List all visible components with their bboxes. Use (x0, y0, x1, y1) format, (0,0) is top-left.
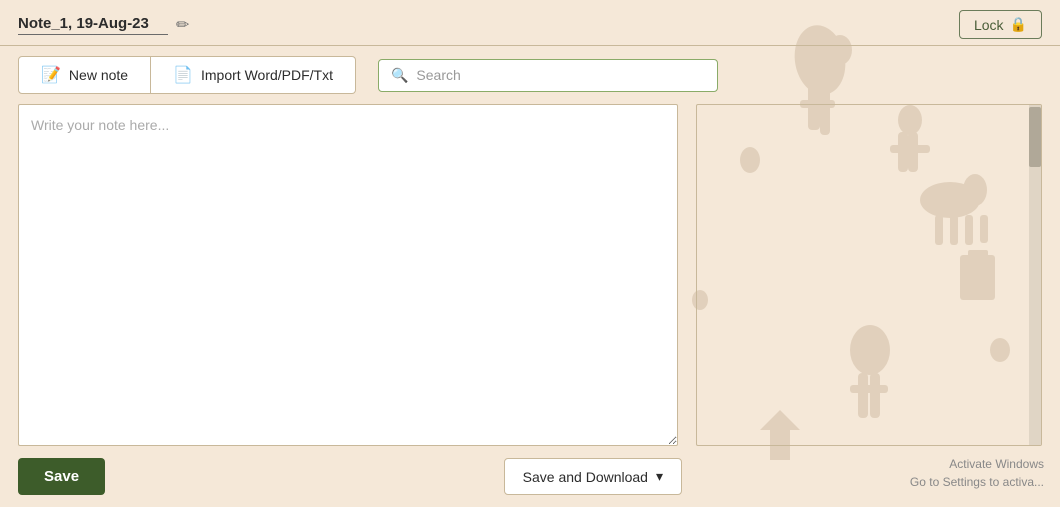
scrollbar[interactable] (1029, 105, 1041, 445)
note-title: Note_1, 19-Aug-23 (18, 15, 168, 35)
header-left: Note_1, 19-Aug-23 ✏ (18, 15, 189, 35)
activate-windows-watermark: Activate Windows Go to Settings to activ… (910, 455, 1044, 491)
edit-icon[interactable]: ✏ (176, 15, 189, 35)
activate-line1: Activate Windows (910, 455, 1044, 473)
lock-label: Lock (974, 17, 1004, 33)
new-note-label: New note (69, 67, 128, 83)
lock-icon: 🔒 (1010, 16, 1027, 33)
scrollbar-thumb[interactable] (1029, 107, 1041, 167)
right-panel (696, 104, 1042, 446)
footer-row: Save Save and Download ▾ (0, 446, 1060, 507)
content-area (0, 104, 1060, 446)
search-input-wrapper: 🔍 (378, 59, 718, 92)
new-note-icon: 📝 (41, 65, 61, 85)
main-container: Note_1, 19-Aug-23 ✏ Lock 🔒 📝 New note 📄 … (0, 0, 1060, 507)
import-label: Import Word/PDF/Txt (201, 67, 333, 83)
activate-line2: Go to Settings to activa... (910, 473, 1044, 491)
header-row: Note_1, 19-Aug-23 ✏ Lock 🔒 (0, 0, 1060, 46)
import-icon: 📄 (173, 65, 193, 85)
chevron-down-icon: ▾ (656, 468, 663, 485)
note-textarea[interactable] (18, 104, 678, 446)
save-download-button[interactable]: Save and Download ▾ (504, 458, 682, 495)
search-container: 🔍 (378, 59, 718, 92)
search-icon: 🔍 (391, 67, 408, 84)
note-editor-panel (18, 104, 678, 446)
toolbar-row: 📝 New note 📄 Import Word/PDF/Txt 🔍 (0, 46, 1060, 104)
new-note-button[interactable]: 📝 New note (18, 56, 151, 94)
search-input[interactable] (416, 67, 705, 83)
save-button[interactable]: Save (18, 458, 105, 495)
save-label: Save (44, 468, 79, 485)
save-download-label: Save and Download (523, 469, 648, 485)
lock-button[interactable]: Lock 🔒 (959, 10, 1042, 39)
import-button[interactable]: 📄 Import Word/PDF/Txt (151, 56, 356, 94)
